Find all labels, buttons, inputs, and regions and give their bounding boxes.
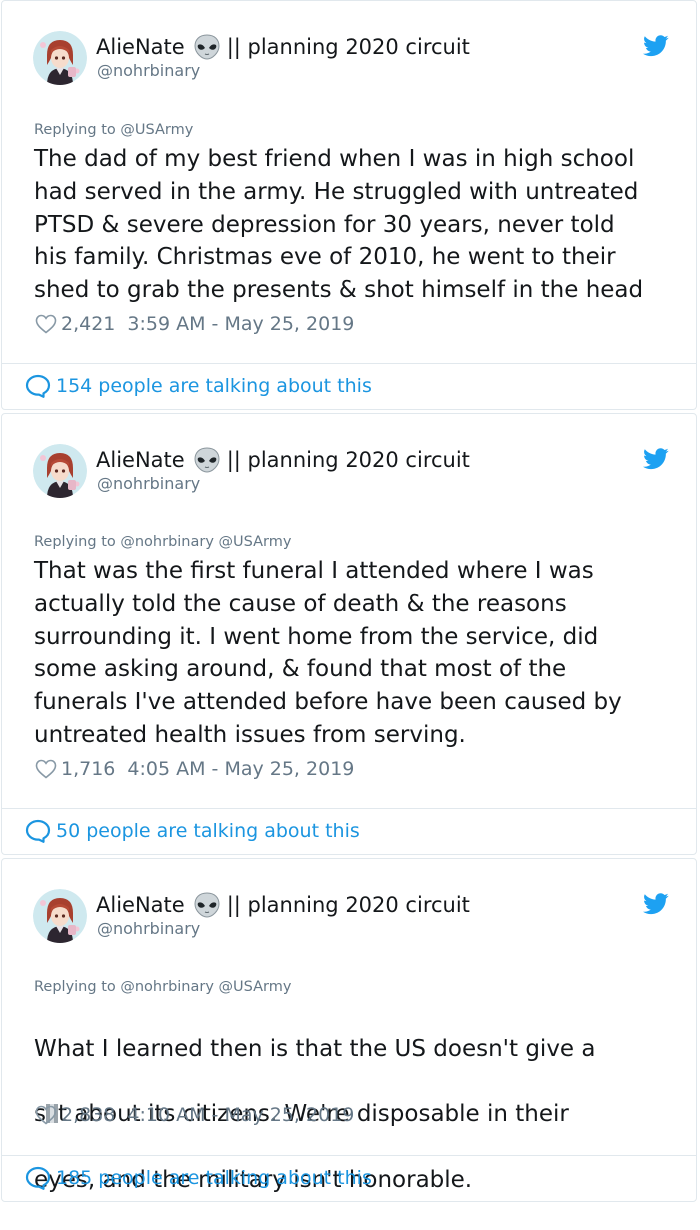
timestamp[interactable]: 4:05 AM - May 25, 2019	[127, 758, 354, 780]
avatar[interactable]	[33, 889, 87, 943]
conversation-link[interactable]: 50 people are talking about this	[25, 819, 360, 843]
tweet-text: The dad of my best friend when I was in …	[34, 146, 644, 304]
twitter-bird-icon[interactable]	[643, 448, 669, 470]
like-count: 2,838	[61, 1104, 116, 1126]
talking-count-label[interactable]: 185 people are talking about this	[56, 1167, 372, 1189]
replying-to: Replying to @USArmy	[34, 122, 194, 138]
avatar[interactable]	[33, 31, 87, 85]
tweet-card[interactable]: AlieNate || planning 2020 circuit @nohrb…	[1, 413, 697, 855]
timestamp[interactable]: 3:59 AM - May 25, 2019	[127, 313, 354, 335]
like-count: 1,716	[61, 758, 116, 780]
conversation-link[interactable]: 185 people are talking about this	[25, 1166, 372, 1190]
speech-bubble-icon	[25, 819, 51, 843]
tweet-meta: 2,421 3:59 AM - May 25, 2019	[35, 313, 354, 335]
heart-icon[interactable]	[35, 314, 57, 334]
tweet-text-line: What I learned then is that the US doesn…	[34, 1035, 596, 1062]
like-count: 2,421	[61, 313, 116, 335]
tweet-card[interactable]: AlieNate || planning 2020 circuit @nohrb…	[1, 858, 697, 1202]
author-handle[interactable]: @nohrbinary	[97, 919, 200, 938]
replying-to: Replying to @nohrbinary @USArmy	[34, 979, 292, 995]
author-name-line[interactable]: AlieNate || planning 2020 circuit	[96, 447, 470, 473]
author-name-line[interactable]: AlieNate || planning 2020 circuit	[96, 34, 470, 60]
author-name-line[interactable]: AlieNate || planning 2020 circuit	[96, 892, 470, 918]
alien-emoji-icon	[193, 34, 221, 60]
twitter-bird-icon[interactable]	[643, 35, 669, 57]
speech-bubble-icon	[25, 374, 51, 398]
replying-to: Replying to @nohrbinary @USArmy	[34, 534, 292, 550]
alien-emoji-icon	[193, 892, 221, 918]
twitter-bird-icon[interactable]	[643, 893, 669, 915]
divider	[2, 363, 696, 364]
speech-bubble-icon	[25, 1166, 51, 1190]
talking-count-label[interactable]: 50 people are talking about this	[56, 820, 360, 842]
author-handle[interactable]: @nohrbinary	[97, 474, 200, 493]
talking-count-label[interactable]: 154 people are talking about this	[56, 375, 372, 397]
display-name-suffix[interactable]: || planning 2020 circuit	[227, 35, 470, 59]
conversation-link[interactable]: 154 people are talking about this	[25, 374, 372, 398]
tweet-text: That was the first funeral I attended wh…	[34, 558, 622, 748]
heart-icon[interactable]	[35, 759, 57, 779]
display-name[interactable]: AlieNate	[96, 35, 185, 59]
tweet-card[interactable]: AlieNate || planning 2020 circuit @nohrb…	[1, 0, 697, 410]
author-handle[interactable]: @nohrbinary	[97, 61, 200, 80]
avatar[interactable]	[33, 444, 87, 498]
alien-emoji-icon	[193, 447, 221, 473]
display-name-suffix[interactable]: || planning 2020 circuit	[227, 448, 470, 472]
timestamp[interactable]: 4:10 AM - May 25, 2019	[127, 1104, 354, 1126]
divider	[2, 808, 696, 809]
tweet-meta: 1,716 4:05 AM - May 25, 2019	[35, 758, 354, 780]
display-name[interactable]: AlieNate	[96, 448, 185, 472]
heart-icon[interactable]	[35, 1105, 57, 1125]
tweet-meta: 2,838 4:10 AM - May 25, 2019	[35, 1104, 354, 1126]
display-name[interactable]: AlieNate	[96, 893, 185, 917]
display-name-suffix[interactable]: || planning 2020 circuit	[227, 893, 470, 917]
divider	[2, 1155, 696, 1156]
